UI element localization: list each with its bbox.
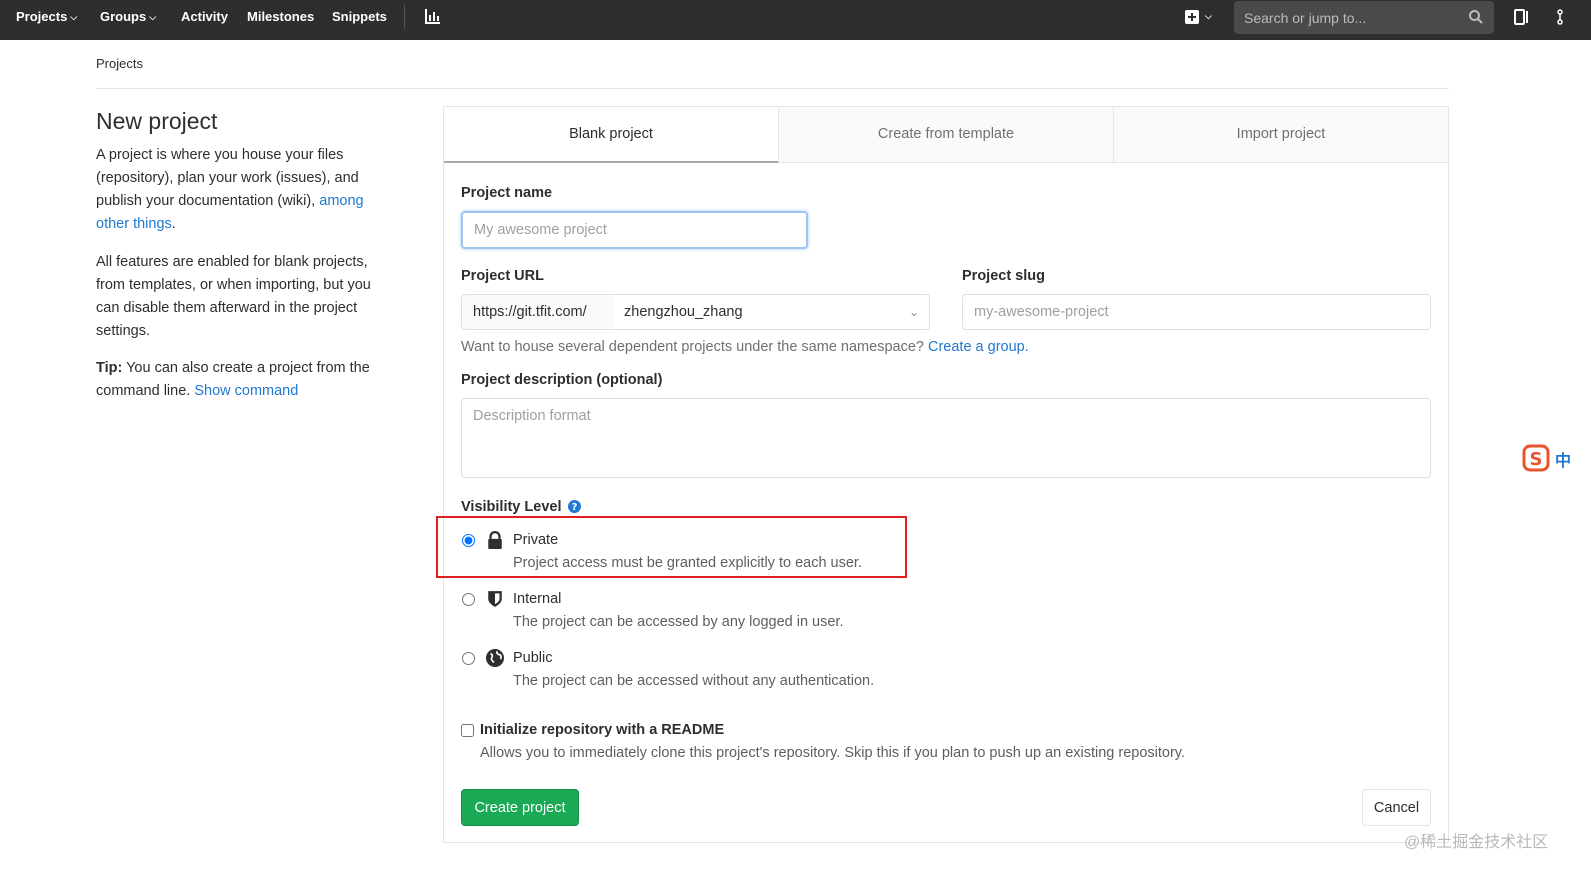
nav-milestones[interactable]: Milestones <box>247 0 314 40</box>
issues-icon[interactable] <box>1514 9 1530 25</box>
cancel-button[interactable]: Cancel <box>1362 789 1431 826</box>
tab-create-from-template[interactable]: Create from template <box>778 107 1113 163</box>
readme-checkbox[interactable] <box>461 724 474 737</box>
top-navbar: Projects ⌵ Groups ⌵ Activity Milestones Sn… <box>0 0 1591 40</box>
search-icon <box>1469 10 1483 24</box>
search-input[interactable] <box>1234 1 1464 34</box>
chevron-down-icon: ⌄ <box>908 305 919 319</box>
internal-radio[interactable] <box>462 593 475 606</box>
new-project-panel: Blank project Create from template Impor… <box>443 106 1449 843</box>
project-slug-input[interactable] <box>962 294 1431 330</box>
page-title: New project <box>96 108 218 134</box>
ime-mode-label: 中 <box>1555 453 1572 470</box>
plus-square-icon[interactable] <box>1185 10 1199 24</box>
chevron-down-icon[interactable]: ⌵ <box>1205 0 1212 40</box>
breadcrumb-divider <box>96 88 1449 89</box>
tab-import-project[interactable]: Import project <box>1113 107 1448 163</box>
show-command-link[interactable]: Show command <box>194 383 298 399</box>
tab-blank-project[interactable]: Blank project <box>444 107 778 163</box>
visibility-label: Visibility Level ? <box>461 498 581 515</box>
project-name-label: Project name <box>461 185 553 201</box>
svg-text:?: ? <box>571 502 577 513</box>
question-circle-icon[interactable]: ? <box>567 500 581 513</box>
svg-text:S: S <box>1530 449 1543 470</box>
shield-icon <box>488 591 502 607</box>
intro-paragraph: A project is where you house your files … <box>96 144 396 236</box>
internal-title: Internal <box>513 591 562 607</box>
description-label: Project description (optional) <box>461 372 663 388</box>
tip-label: Tip: <box>96 360 123 376</box>
visibility-label-text: Visibility Level <box>461 499 562 515</box>
project-tabs: Blank project Create from template Impor… <box>444 107 1448 163</box>
project-name-input[interactable] <box>461 211 808 249</box>
breadcrumb[interactable]: Projects <box>96 56 143 71</box>
public-description: The project can be accessed without any … <box>513 673 875 689</box>
create-project-button[interactable]: Create project <box>461 789 579 826</box>
intro-period: . <box>171 216 176 232</box>
merge-request-icon[interactable] <box>1556 9 1572 25</box>
nav-groups[interactable]: Groups ⌵ <box>100 0 156 40</box>
project-slug-label: Project slug <box>962 268 1045 284</box>
ime-badge: S 中 <box>1522 444 1591 472</box>
namespace-value: zhengzhou_zhang <box>624 304 743 320</box>
namespace-help: Want to house several dependent projects… <box>461 339 1029 355</box>
nav-divider <box>404 5 405 29</box>
search-box[interactable] <box>1234 1 1494 34</box>
public-radio[interactable] <box>462 652 475 665</box>
highlight-box <box>436 516 907 578</box>
internal-description: The project can be accessed by any logge… <box>513 614 844 630</box>
project-url-label: Project URL <box>461 268 544 284</box>
nav-projects[interactable]: Projects ⌵ <box>16 0 77 40</box>
globe-icon <box>486 649 504 667</box>
readme-description: Allows you to immediately clone this pro… <box>480 745 1186 761</box>
namespace-help-text: Want to house several dependent projects… <box>461 339 924 355</box>
public-title: Public <box>513 650 553 666</box>
create-group-link[interactable]: Create a group. <box>928 339 1029 355</box>
url-prefix: https://git.tfit.com/ <box>461 294 614 330</box>
chart-icon[interactable] <box>425 8 441 24</box>
intro-column: New project A project is where you house… <box>96 107 396 403</box>
features-paragraph: All features are enabled for blank proje… <box>96 254 371 339</box>
readme-title: Initialize repository with a README <box>480 722 725 738</box>
nav-projects-label: Projects <box>16 9 68 24</box>
description-textarea[interactable] <box>461 398 1431 478</box>
nav-snippets[interactable]: Snippets <box>332 0 387 40</box>
nav-activity[interactable]: Activity <box>181 0 228 40</box>
nav-groups-label: Groups <box>100 9 147 24</box>
watermark: @稀土掘金技术社区 <box>1404 834 1549 851</box>
tip-paragraph: Tip: You can also create a project from … <box>96 357 396 403</box>
namespace-select[interactable]: zhengzhou_zhang ⌄ <box>613 294 930 330</box>
sogou-logo-icon: S <box>1522 444 1550 472</box>
chevron-down-icon: ⌵ <box>149 12 157 22</box>
chevron-down-icon: ⌵ <box>70 12 78 22</box>
